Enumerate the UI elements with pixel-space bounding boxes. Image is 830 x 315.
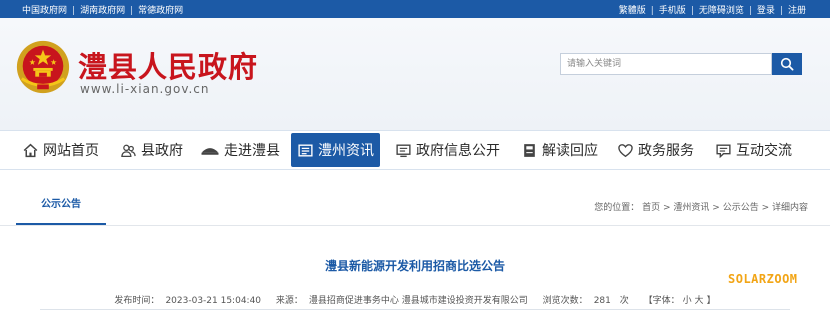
link-login[interactable]: 登录 <box>757 6 775 16</box>
home-icon <box>23 143 38 157</box>
nav-item-interpretation[interactable]: 解读回应 <box>521 131 598 169</box>
link-hunan-gov[interactable]: 湖南政府网 <box>80 6 125 16</box>
publish-time-label: 发布时间： <box>114 296 160 306</box>
link-china-gov[interactable]: 中国政府网 <box>22 6 67 16</box>
link-changde-gov[interactable]: 常德政府网 <box>138 6 183 16</box>
breadcrumb-separator: > <box>758 203 772 213</box>
separator: | <box>748 6 752 16</box>
nav-item-label: 政务服务 <box>638 143 694 159</box>
views-unit: 次 <box>619 296 629 306</box>
newspaper-icon <box>298 143 313 157</box>
nav-item-interaction[interactable]: 互动交流 <box>715 131 792 169</box>
source-label: 来源： <box>275 296 303 306</box>
font-size-control: 【字体：小 大】 <box>641 296 719 306</box>
breadcrumb-separator: > <box>709 203 723 213</box>
separator: | <box>690 6 694 16</box>
nav-item-gov-services[interactable]: 政务服务 <box>617 131 694 169</box>
nav-item-lizhou-news[interactable]: 澧州资讯 <box>291 133 380 167</box>
link-traditional-chinese[interactable]: 繁體版 <box>619 6 646 16</box>
font-size-label: 【字体： <box>643 296 680 306</box>
link-mobile-version[interactable]: 手机版 <box>659 6 686 16</box>
top-link-bar: 中国政府网 | 湖南政府网 | 常德政府网 繁體版 | 手机版 | 无障碍浏览 | 登录 | 注册 <box>0 0 830 18</box>
breadcrumb-separator: > <box>660 203 674 213</box>
separator: | <box>650 6 654 16</box>
nav-item-label: 走进澧县 <box>224 143 280 159</box>
site-header: 澧县人民政府 www.li-xian.gov.cn <box>0 18 830 130</box>
link-register[interactable]: 注册 <box>788 6 806 16</box>
search-icon <box>780 57 794 71</box>
article-meta: 发布时间： 2023-03-21 15:04:40 来源： 澧县招商促进事务中心 澧… <box>0 293 830 306</box>
section-bar: 公示公告 您的位置： 首页 > 澧州资讯 > 公示公告 > 详细内容 <box>0 186 830 226</box>
views-label: 浏览次数： <box>542 296 588 306</box>
link-accessibility[interactable]: 无障碍浏览 <box>699 6 744 16</box>
nav-item-gov-info-disclosure[interactable]: 政府信息公开 <box>395 131 500 169</box>
gov-links: 中国政府网 | 湖南政府网 | 常德政府网 <box>22 3 183 16</box>
breadcrumb-home[interactable]: 首页 <box>642 203 660 213</box>
font-small-button[interactable]: 小 <box>683 296 692 306</box>
separator: | <box>779 6 783 16</box>
building-icon <box>201 147 219 155</box>
people-icon <box>121 144 136 157</box>
search-input[interactable] <box>560 53 772 75</box>
nav-item-label: 互动交流 <box>736 143 792 159</box>
chat-icon <box>716 143 731 158</box>
font-large-button[interactable]: 大 <box>695 296 704 306</box>
heart-icon <box>618 143 633 157</box>
article-title: 澧县新能源开发利用招商比选公告 <box>324 259 505 273</box>
source-value: 澧县招商促进事务中心 澧县城市建设投资开发有限公司 <box>308 296 528 306</box>
watermark: SOLARZOOM <box>728 272 798 286</box>
meta-divider <box>40 309 790 310</box>
search-button[interactable] <box>772 53 802 75</box>
breadcrumb-current: 详细内容 <box>771 203 808 213</box>
site-url: www.li-xian.gov.cn <box>80 82 210 96</box>
nav-item-label: 县政府 <box>141 143 183 159</box>
nav-item-label: 解读回应 <box>542 143 598 159</box>
source: 来源： 澧县招商促进事务中心 澧县城市建设投资开发有限公司 <box>273 296 534 306</box>
view-count: 浏览次数： 281 次 <box>540 296 635 306</box>
nav-item-home[interactable]: 网站首页 <box>22 131 99 169</box>
site-title: 澧县人民政府 <box>78 50 259 84</box>
nav-item-label: 澧州资讯 <box>318 143 374 159</box>
national-emblem-icon <box>16 40 70 94</box>
views-value: 281 <box>593 296 611 306</box>
publish-time-value: 2023-03-21 15:04:40 <box>165 296 262 306</box>
nav-item-label: 政府信息公开 <box>416 143 500 159</box>
breadcrumb-lizhou-news[interactable]: 澧州资讯 <box>673 203 709 213</box>
breadcrumb-announcements[interactable]: 公示公告 <box>723 203 759 213</box>
nav-item-about-lixian[interactable]: 走进澧县 <box>200 131 280 169</box>
nav-item-county-government[interactable]: 县政府 <box>120 131 183 169</box>
tab-announcements[interactable]: 公示公告 <box>16 186 106 225</box>
separator: | <box>72 6 76 16</box>
breadcrumb: 您的位置： 首页 > 澧州资讯 > 公示公告 > 详细内容 <box>594 200 808 213</box>
nav-item-label: 网站首页 <box>43 143 99 159</box>
publish-time: 发布时间： 2023-03-21 15:04:40 <box>111 296 266 306</box>
book-icon <box>524 143 535 157</box>
separator: | <box>130 6 134 16</box>
breadcrumb-prefix: 您的位置： <box>594 203 640 213</box>
main-nav: 网站首页 县政府 走进澧县 澧州资讯 政府信息公开 解读回应 政务服务 互动交流 <box>0 130 830 170</box>
utility-links: 繁體版 | 手机版 | 无障碍浏览 | 登录 | 注册 <box>619 3 806 16</box>
font-size-close: 】 <box>706 296 716 306</box>
monitor-icon <box>396 143 411 157</box>
